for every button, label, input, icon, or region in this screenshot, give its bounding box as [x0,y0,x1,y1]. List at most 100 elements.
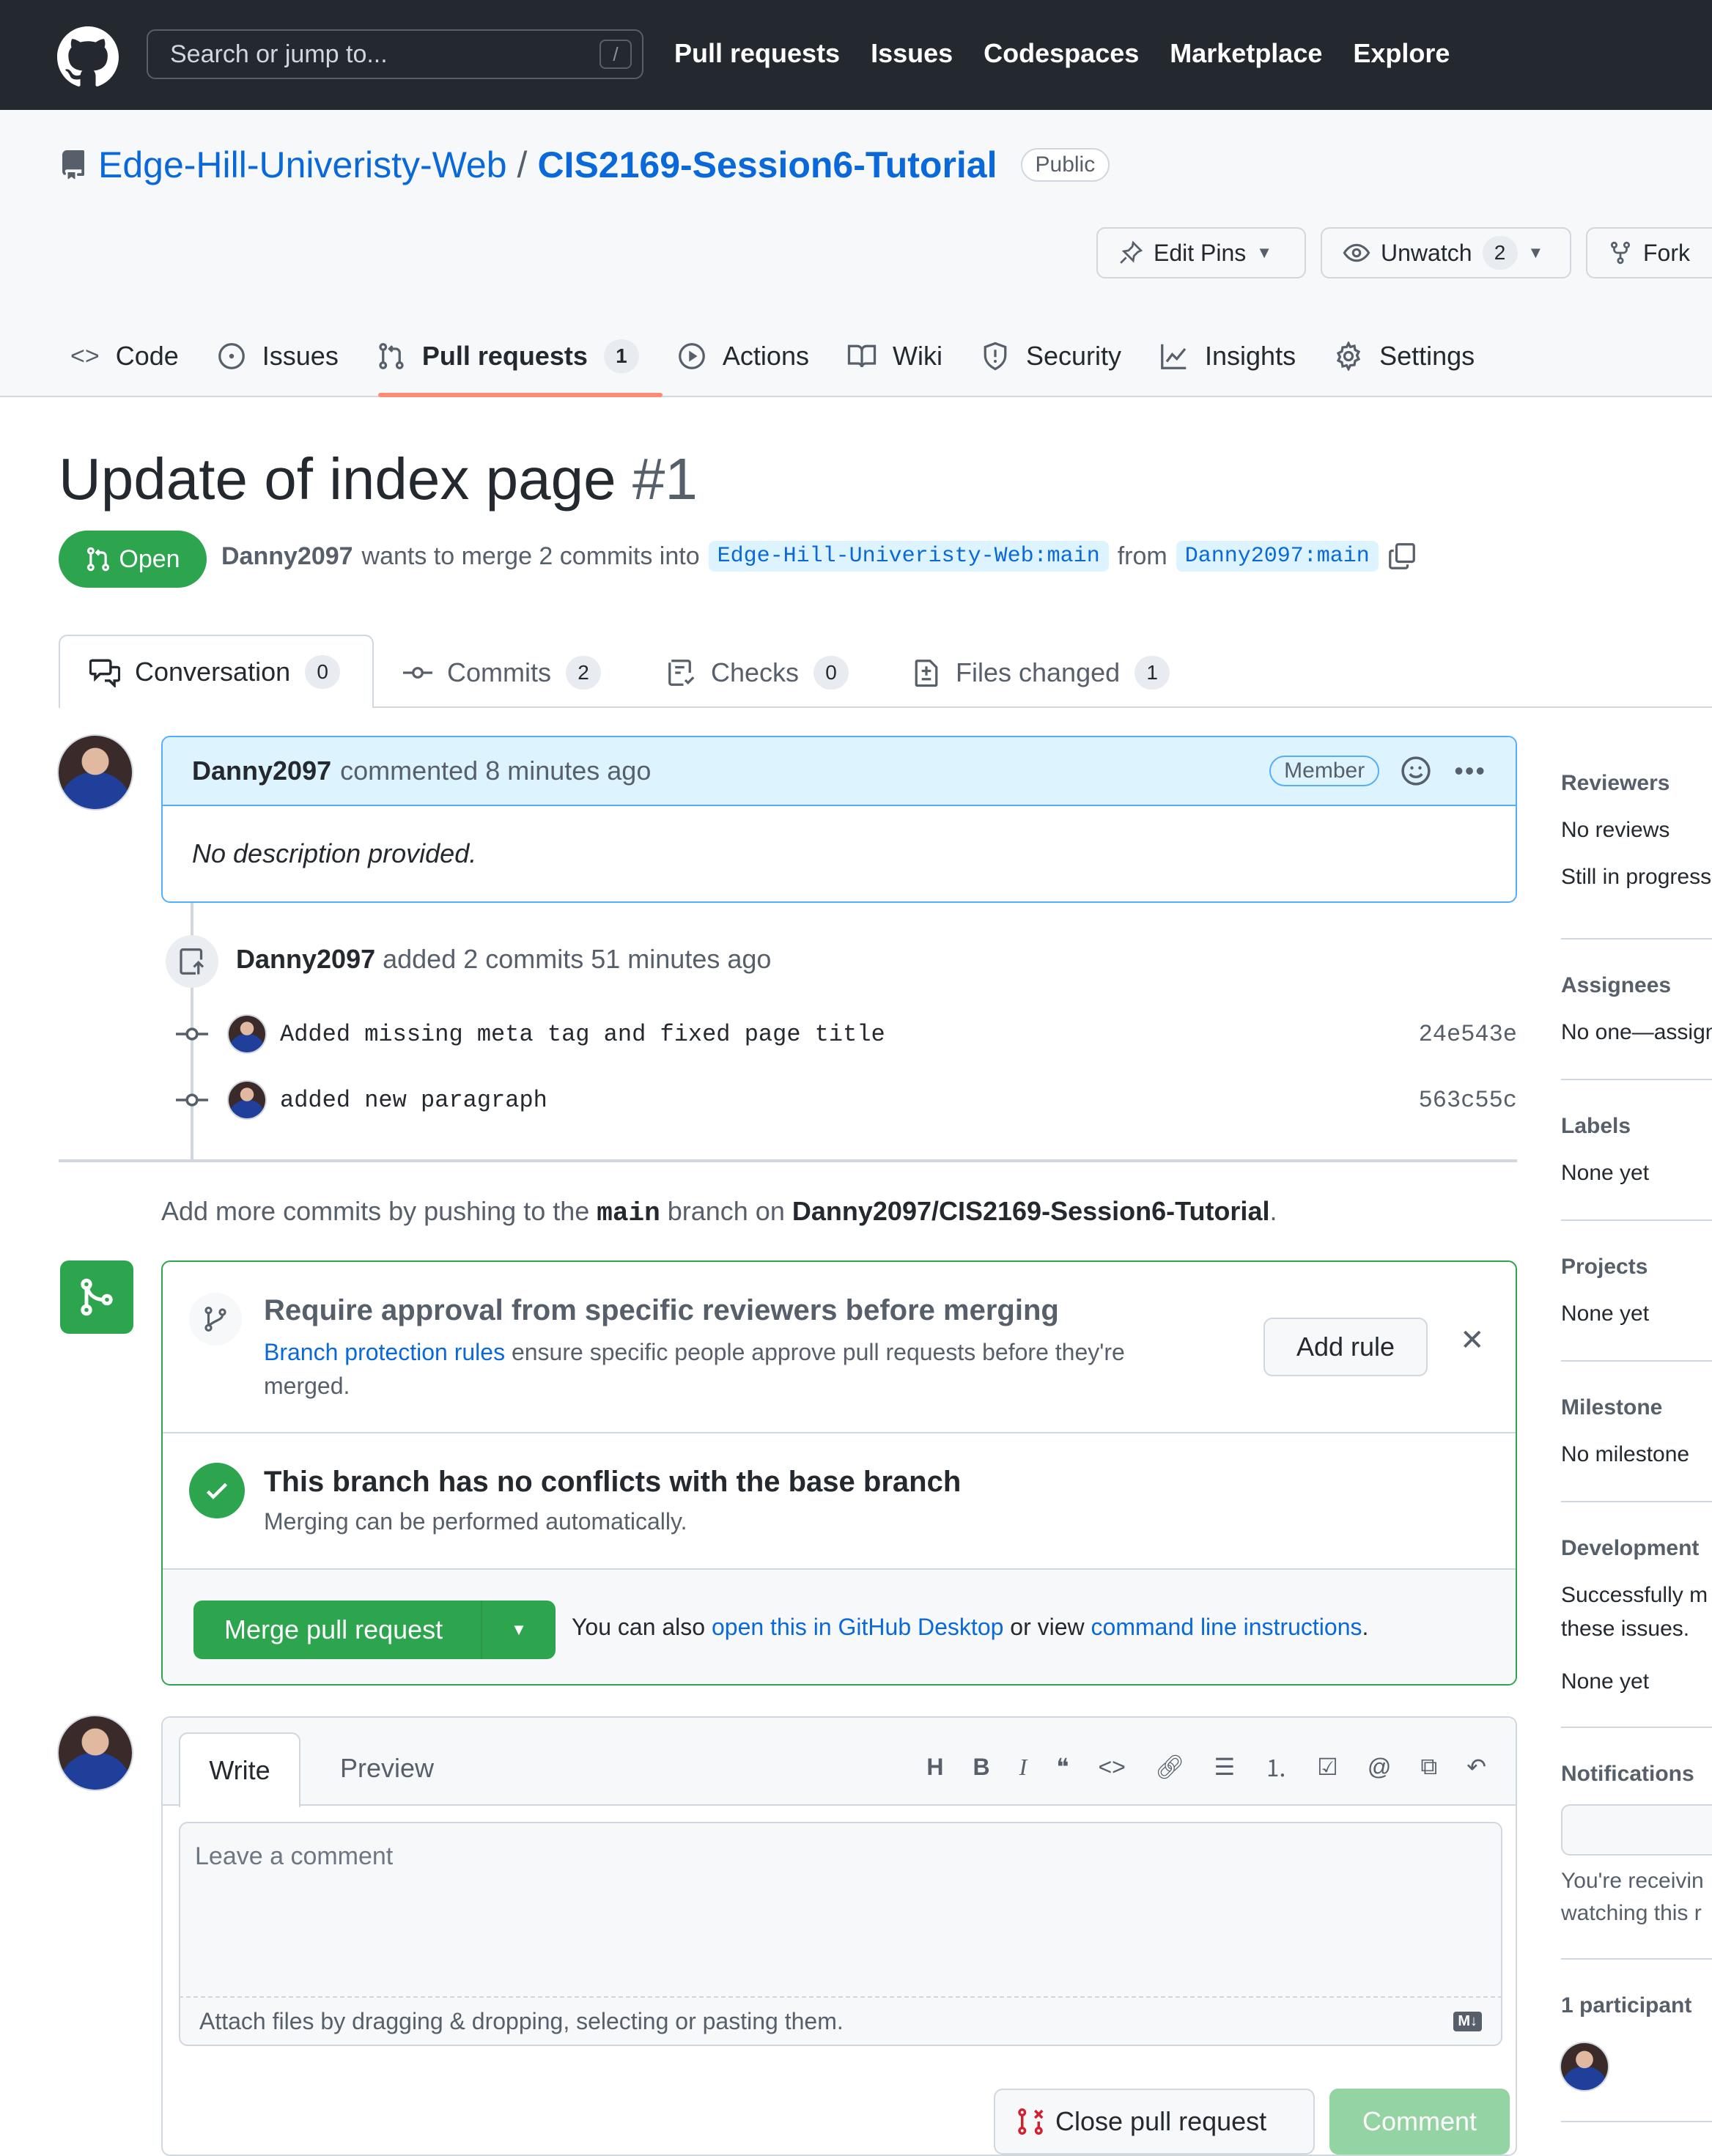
milestone-heading[interactable]: Milestone [1561,1395,1662,1420]
tab-settings[interactable]: Settings [1334,336,1475,377]
avatar[interactable] [59,736,132,809]
tab-wiki[interactable]: Wiki [847,336,942,377]
development-heading[interactable]: Development [1561,1536,1699,1561]
reply-icon[interactable]: ↶ [1466,1753,1486,1781]
play-icon [679,343,705,369]
tab-code[interactable]: <> Code [70,336,179,377]
tab-commits[interactable]: Commits 2 [403,651,601,695]
reviewers-heading[interactable]: Reviewers [1561,771,1669,796]
tab-security[interactable]: Security [981,336,1121,377]
tab-checks-label: Checks [711,657,800,687]
mention-icon[interactable]: @ [1368,1754,1391,1781]
fork-button[interactable]: Fork [1586,227,1712,278]
comment-textarea[interactable]: Leave a comment [179,1822,1502,1998]
notifications-text-1: You're receivin [1561,1869,1704,1893]
sidebar-divider [1561,1958,1712,1960]
tab-pull-requests[interactable]: Pull requests 1 [377,336,639,377]
code-icon[interactable]: <> [1098,1754,1125,1781]
attach-files-bar[interactable]: Attach files by dragging & dropping, sel… [179,1998,1502,2046]
notifications-heading: Notifications [1561,1762,1694,1786]
tab-checks[interactable]: Checks 0 [667,651,849,695]
projects-heading[interactable]: Projects [1561,1255,1648,1280]
commit-message[interactable]: added new paragraph [280,1087,547,1114]
nav-explore[interactable]: Explore [1353,38,1450,69]
tab-files-changed[interactable]: Files changed 1 [912,651,1170,695]
quote-icon[interactable]: ❝ [1056,1753,1069,1781]
assignees-status[interactable]: No one—assign [1561,1020,1712,1045]
comment-timestamp[interactable]: commented 8 minutes ago [340,756,651,786]
unordered-list-icon[interactable]: ☰ [1214,1753,1235,1781]
tab-conversation[interactable]: Conversation 0 [59,635,374,708]
nav-issues[interactable]: Issues [871,38,953,69]
smiley-icon[interactable] [1400,755,1432,787]
comment-composer: Write Preview H B I ❝ <> 🔗︎ ☰ ⒈ ☑ @ ⧉ ↶ … [161,1716,1517,2156]
github-logo-icon[interactable] [57,26,119,88]
tab-insights[interactable]: Insights [1159,336,1296,377]
push-author[interactable]: Danny2097 [236,944,375,975]
search-input[interactable]: Search or jump to... / [147,29,643,79]
command-line-link[interactable]: command line instructions [1091,1614,1362,1640]
ordered-list-icon[interactable]: ⒈ [1264,1750,1288,1784]
pr-author[interactable]: Danny2097 [221,542,353,571]
merge-pull-request-button[interactable]: Merge pull request ▼ [193,1601,556,1659]
link-icon[interactable]: 🔗︎ [1155,1753,1185,1781]
unwatch-button[interactable]: Unwatch 2 ▼ [1321,227,1571,278]
avatar[interactable] [229,1082,265,1118]
sidebar-divider [1561,2121,1712,2122]
head-branch[interactable]: Danny2097:main [1176,541,1379,572]
eye-icon [1343,243,1370,262]
tab-preview[interactable]: Preview [340,1753,434,1784]
check-icon [206,1483,228,1499]
merge-method-dropdown-icon[interactable]: ▼ [482,1620,556,1639]
commit-row: Added missing meta tag and fixed page ti… [176,1016,1517,1052]
branch-protection-link[interactable]: Branch protection rules [264,1339,505,1365]
heading-icon[interactable]: H [926,1754,943,1781]
kebab-menu-icon[interactable]: ••• [1454,756,1486,786]
nav-codespaces[interactable]: Codespaces [984,38,1139,69]
pr-description-comment: Danny2097 commented 8 minutes ago Member… [161,736,1517,903]
cross-reference-icon[interactable]: ⧉ [1420,1753,1437,1781]
add-rule-button[interactable]: Add rule [1263,1318,1428,1376]
reviewers-progress: Still in progress [1561,865,1712,889]
assignees-heading[interactable]: Assignees [1561,973,1671,998]
comment-button[interactable]: Comment [1329,2089,1510,2155]
labels-heading[interactable]: Labels [1561,1114,1631,1139]
notifications-button[interactable] [1561,1804,1712,1856]
edit-pins-button[interactable]: Edit Pins ▼ [1096,227,1306,278]
comment-author[interactable]: Danny2097 [192,756,331,786]
pr-state-badge: Open [59,531,207,588]
pr-from-text: from [1117,542,1167,570]
checklist-icon [668,660,695,686]
italic-icon[interactable]: I [1019,1754,1027,1781]
repo-owner-link[interactable]: Edge-Hill-Univeristy-Web [98,144,507,186]
tab-issues[interactable]: Issues [217,336,339,377]
commit-message[interactable]: Added missing meta tag and fixed page ti… [280,1021,885,1048]
conflict-status-section: This branch has no conflicts with the ba… [163,1433,1516,1570]
avatar[interactable] [59,1716,132,1790]
tab-issues-label: Issues [262,341,339,371]
bold-icon[interactable]: B [973,1754,989,1781]
close-pull-request-button[interactable]: Close pull request [994,2089,1315,2155]
open-desktop-link[interactable]: open this in GitHub Desktop [712,1614,1003,1640]
nav-marketplace[interactable]: Marketplace [1170,38,1322,69]
commit-sha[interactable]: 563c55c [1419,1087,1517,1114]
base-branch[interactable]: Edge-Hill-Univeristy-Web:main [708,541,1109,572]
markdown-toolbar: H B I ❝ <> 🔗︎ ☰ ⒈ ☑ @ ⧉ ↶ [926,1750,1486,1784]
tab-settings-label: Settings [1379,341,1475,371]
task-list-icon[interactable]: ☑ [1317,1753,1338,1781]
tab-actions[interactable]: Actions [677,336,809,377]
git-branch-icon [204,1307,226,1332]
close-icon[interactable]: ✕ [1460,1323,1485,1357]
participant-avatar[interactable] [1561,2043,1608,2090]
commit-sha[interactable]: 24e543e [1419,1021,1517,1048]
watch-count: 2 [1482,236,1518,270]
copy-icon[interactable] [1387,542,1417,571]
tab-write[interactable]: Write [179,1732,300,1807]
merge-box: Require approval from specific reviewers… [161,1260,1517,1686]
commit-icon [176,1027,208,1041]
edit-pins-label: Edit Pins [1154,239,1247,266]
repo-name-link[interactable]: CIS2169-Session6-Tutorial [537,144,997,186]
avatar[interactable] [229,1016,265,1052]
pull-request-icon [379,343,404,369]
nav-pull-requests[interactable]: Pull requests [674,38,840,69]
